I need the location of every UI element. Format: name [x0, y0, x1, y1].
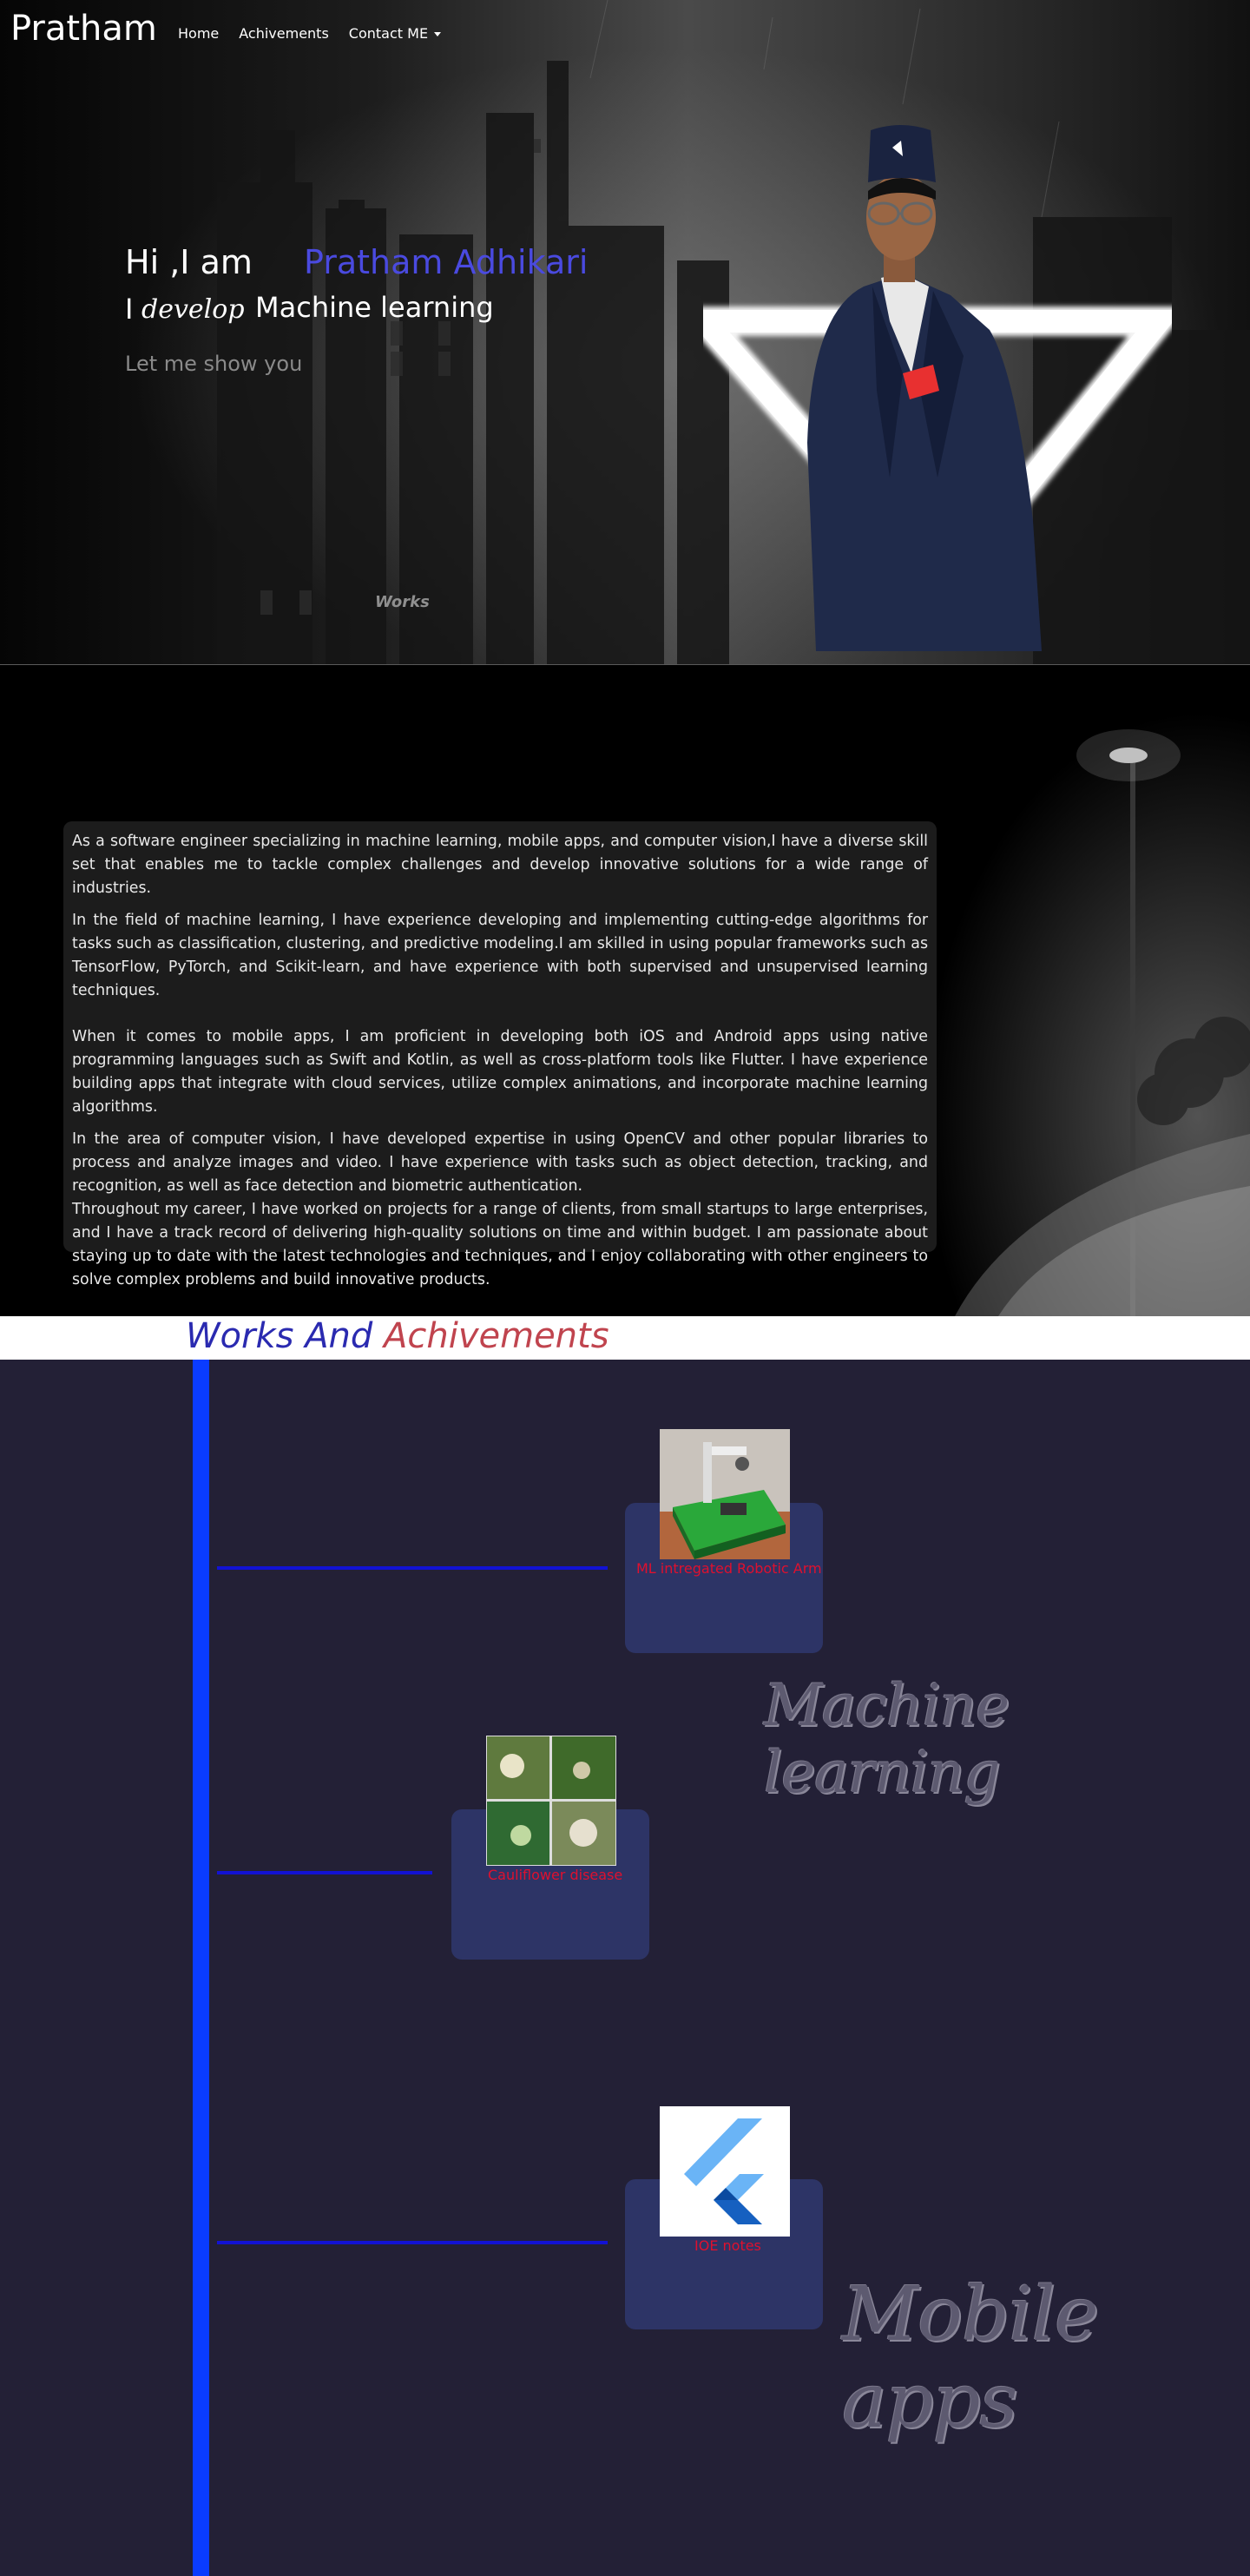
about-paragraph: Throughout my career, I have worked on p…	[72, 1201, 928, 1288]
caret-down-icon	[434, 32, 442, 36]
nav-contact-label: Contact ME	[348, 25, 429, 42]
nav-links: Home Achivements Contact ME	[178, 25, 461, 42]
works-header: Works And Achivements	[0, 1316, 1250, 1360]
timeline-bar	[193, 1360, 209, 2576]
timeline-branch	[217, 1871, 432, 1874]
hero-greeting: Hi ,I am	[125, 243, 253, 281]
timeline-branch	[217, 2241, 608, 2244]
hero-tagline: Let me show you	[125, 352, 303, 376]
hero-name: Pratham Adhikari	[304, 243, 589, 281]
hero-develop-word: develop	[141, 294, 245, 325]
work-label[interactable]: ML intregated Robotic Arm	[636, 1560, 822, 1577]
works-timeline: ML intregated Robotic Arm Machine learni…	[0, 1360, 1250, 2576]
work-label[interactable]: IOE notes	[694, 2237, 761, 2254]
work-label[interactable]: Cauliflower disease	[488, 1867, 622, 1883]
category-machine-learning: Machine learning	[764, 1672, 1010, 1806]
about-paragraph: As a software engineer specializing in m…	[72, 833, 928, 897]
nav-achivements-link[interactable]: Achivements	[239, 25, 329, 42]
nav-contact-dropdown[interactable]: Contact ME	[348, 25, 442, 42]
navbar: Pratham Home Achivements Contact ME	[0, 0, 1250, 68]
hero-section: Pratham Home Achivements Contact ME Hi ,…	[0, 0, 1250, 664]
about-text: As a software engineer specializing in m…	[72, 830, 928, 1292]
cauliflower-collage-photo	[486, 1736, 616, 1866]
robotic-arm-photo	[660, 1429, 790, 1559]
portrait-image	[703, 125, 1172, 651]
hero-develop-i: I	[125, 293, 134, 326]
nav-home-link[interactable]: Home	[178, 25, 219, 42]
category-mobile-apps: Mobile apps	[842, 2271, 1099, 2445]
hero-develop-subject: Machine learning	[255, 291, 494, 324]
about-paragraph: When it comes to mobile apps, I am profi…	[72, 1028, 928, 1116]
brand-logo[interactable]: Pratham	[10, 9, 157, 49]
works-title-part2: Achivements	[384, 1316, 609, 1356]
works-title-part1: Works And	[186, 1316, 373, 1356]
works-link[interactable]: Works	[375, 593, 430, 611]
timeline-branch	[217, 1566, 608, 1570]
flutter-logo	[660, 2106, 790, 2237]
about-paragraph: In the field of machine learning, I have…	[72, 912, 928, 999]
about-paragraph: In the area of computer vision, I have d…	[72, 1130, 928, 1195]
